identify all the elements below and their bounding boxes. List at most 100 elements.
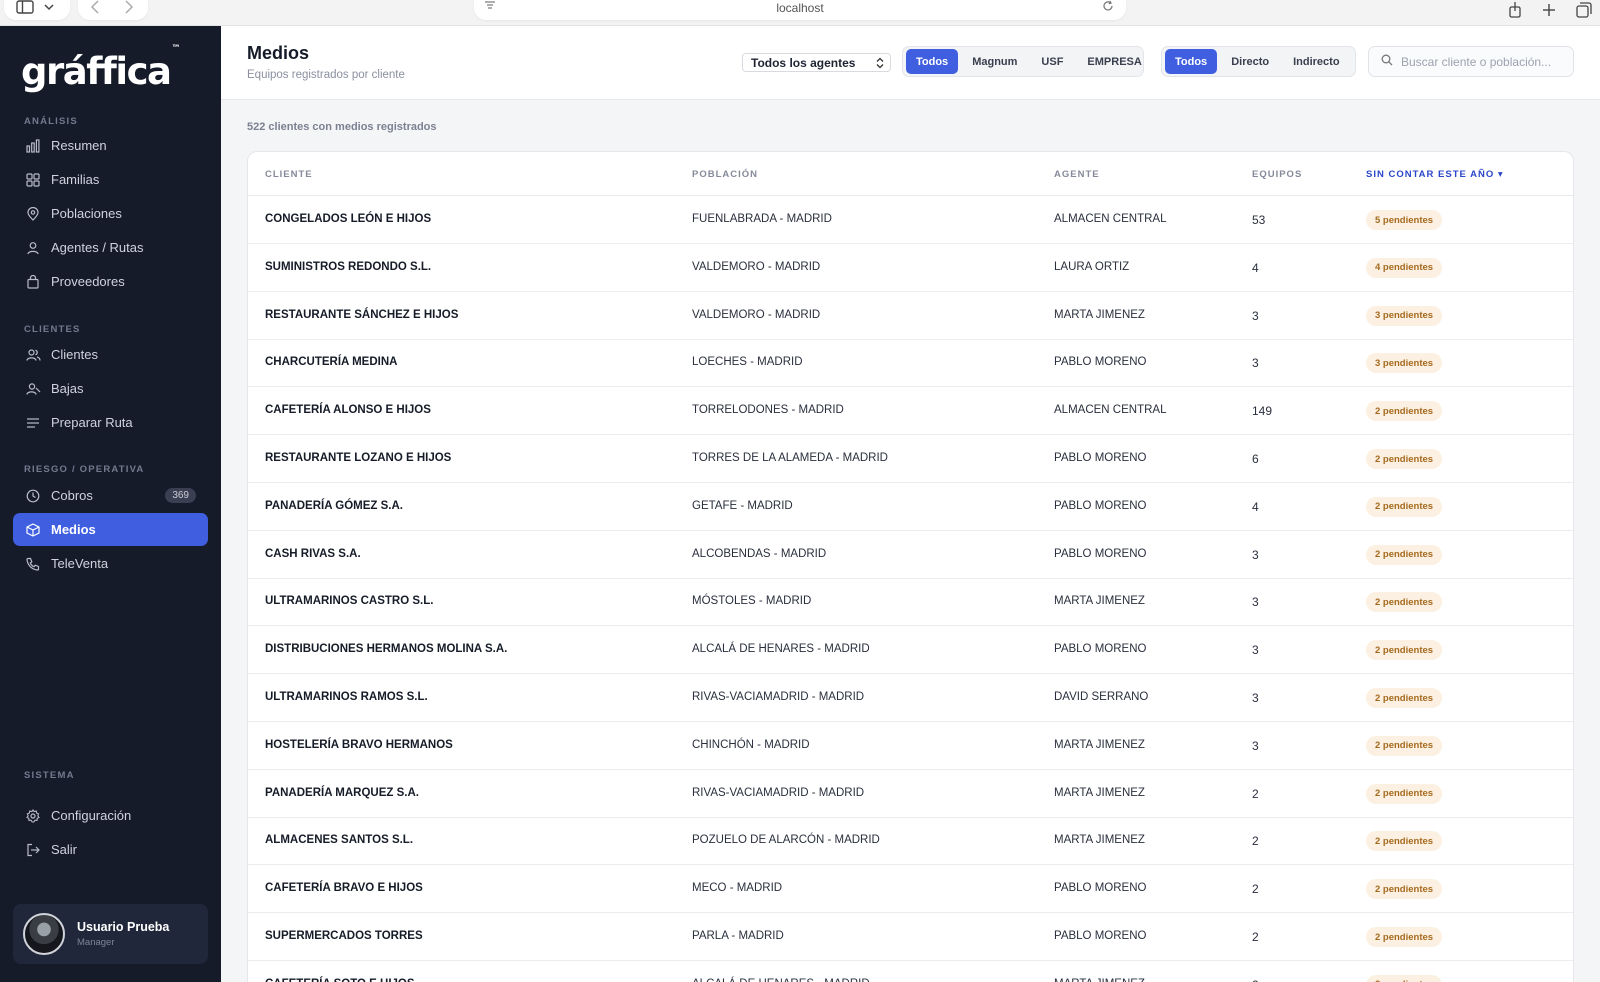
search-icon	[1381, 53, 1393, 71]
company-filter-empresa[interactable]: EMPRESA	[1077, 49, 1151, 74]
agent-cell: PABLO MORENO	[1054, 930, 1147, 942]
table-row[interactable]: PANADERÍA GÓMEZ S.A. GETAFE - MADRID PABLO…	[248, 483, 1573, 531]
sidebar-item-proveedores[interactable]: Proveedores	[13, 265, 208, 298]
population-cell: TORRELODONES - MADRID	[692, 404, 844, 417]
channel-filter-todos[interactable]: Todos	[1165, 49, 1218, 74]
gear-icon	[25, 808, 41, 824]
table-row[interactable]: CAFETERÍA SOTO E HIJOS ALCALÁ DE HENARES …	[248, 961, 1573, 982]
search-input[interactable]	[1401, 54, 1571, 69]
user-profile-card[interactable]: Usuario Prueba Manager	[13, 904, 208, 964]
equipment-count-cell: 3	[1252, 738, 1259, 753]
pending-badge: 2 pendientes	[1366, 496, 1443, 517]
equipment-count-cell: 2	[1252, 930, 1259, 944]
user-name: Usuario Prueba	[77, 920, 170, 934]
agent-select[interactable]: Todos los agentes	[742, 53, 891, 72]
equipment-count-cell: 3	[1252, 308, 1259, 323]
sidebar-item-label: Clientes	[51, 347, 98, 362]
pending-badge: 5 pendientes	[1366, 210, 1443, 230]
sidebar-item-clientes[interactable]: Clientes	[13, 338, 208, 371]
users-icon	[25, 347, 41, 363]
back-icon[interactable]	[90, 0, 100, 14]
sidebar-item-cobros[interactable]: Cobros 369	[13, 479, 208, 512]
sidebar-item-medios[interactable]: Medios	[13, 513, 208, 546]
agent-cell: MARTA JIMENEZ	[1054, 595, 1145, 608]
equipment-count-cell: 3	[1252, 643, 1259, 658]
population-cell: ALCALÁ DE HENARES - MADRID	[692, 643, 870, 656]
sidebar-item-bajas[interactable]: Bajas	[13, 372, 208, 405]
table-row[interactable]: SUPERMERCADOS TORRES PARLA - MADRID PABLO …	[248, 913, 1573, 961]
search-box	[1368, 46, 1574, 77]
company-filter-magnum[interactable]: Magnum	[962, 49, 1027, 74]
bag-icon	[25, 274, 41, 290]
table-row[interactable]: CASH RIVAS S.A. ALCOBENDAS - MADRID PABLO …	[248, 531, 1573, 579]
chevron-down-icon[interactable]	[44, 3, 54, 11]
forward-icon[interactable]	[124, 0, 134, 14]
client-name-cell: CONGELADOS LEÓN E HIJOS	[265, 213, 432, 225]
table-row[interactable]: PANADERÍA MARQUEZ S.A. RIVAS-VACIAMADRID …	[248, 770, 1573, 818]
table-row[interactable]: ULTRAMARINOS RAMOS S.L. RIVAS-VACIAMADRID…	[248, 674, 1573, 722]
page-settings-icon[interactable]	[484, 0, 496, 10]
population-cell: GETAFE - MADRID	[692, 499, 793, 512]
column-header-equipment[interactable]: EQUIPOS	[1252, 169, 1302, 180]
pending-badge: 2 pendientes	[1366, 449, 1443, 469]
tabs-overview-icon[interactable]	[1576, 2, 1592, 18]
equipment-count-cell: 3	[1252, 547, 1259, 562]
table-row[interactable]: CONGELADOS LEÓN E HIJOS FUENLABRADA - MAD…	[248, 196, 1573, 244]
column-header-year-filter[interactable]: SIN CONTAR ESTE AÑO ▾	[1366, 169, 1504, 180]
table-row[interactable]: CAFETERÍA ALONSO E HIJOS TORRELODONES - M…	[248, 387, 1573, 436]
sidebar-item-agentes-rutas[interactable]: Agentes / Rutas	[13, 231, 208, 264]
client-name-cell: CASH RIVAS S.A.	[265, 547, 361, 560]
sidebar-item-resumen[interactable]: Resumen	[13, 129, 208, 162]
new-tab-icon[interactable]	[1542, 3, 1556, 17]
sidebar-item-preparar-ruta[interactable]: Preparar Ruta	[13, 406, 208, 439]
table-row[interactable]: RESTAURANTE SÁNCHEZ E HIJOS VALDEMORO - M…	[248, 292, 1573, 340]
company-filter-usf[interactable]: USF	[1031, 49, 1073, 74]
equipment-count-cell: 149	[1252, 404, 1273, 419]
table-row[interactable]: SUMINISTROS REDONDO S.L. VALDEMORO - MADR…	[248, 244, 1573, 292]
population-cell: RIVAS-VACIAMADRID - MADRID	[692, 786, 865, 799]
user-role: Manager	[77, 937, 115, 948]
sidebar-toggle-icon[interactable]	[16, 0, 34, 14]
sidebar-item-televenta[interactable]: TeleVenta	[13, 547, 208, 580]
section-label-risk: RIESGO / OPERATIVA	[24, 464, 145, 475]
company-filter-todos[interactable]: Todos	[906, 49, 959, 74]
table-row[interactable]: CAFETERÍA BRAVO E HIJOS MECO - MADRID PABL…	[248, 865, 1573, 914]
results-count: 522 clientes con medios registrados	[247, 121, 437, 133]
table-row[interactable]: HOSTELERÍA BRAVO HERMANOS CHINCHÓN - MADR…	[248, 722, 1573, 770]
client-name-cell: SUMINISTROS REDONDO S.L.	[265, 260, 432, 273]
sidebar-item-configuracion[interactable]: Configuración	[13, 799, 208, 832]
table-row[interactable]: ULTRAMARINOS CASTRO S.L. MÓSTOLES - MADRI…	[248, 578, 1573, 627]
column-header-client[interactable]: CLIENTE	[265, 169, 313, 180]
sidebar-item-salir[interactable]: Salir	[13, 833, 208, 866]
pending-badge: 2 pendientes	[1366, 735, 1443, 756]
list-icon	[25, 415, 41, 431]
table-row[interactable]: DISTRIBUCIONES HERMANOS MOLINA S.A. ALCAL…	[248, 626, 1573, 675]
pending-badge: 2 pendientes	[1366, 927, 1443, 947]
sidebar-item-familias[interactable]: Familias	[13, 163, 208, 196]
agent-cell: LAURA ORTIZ	[1054, 260, 1130, 273]
column-header-agent[interactable]: AGENTE	[1054, 169, 1100, 180]
sidebar-item-label: Bajas	[51, 381, 84, 396]
share-icon[interactable]	[1508, 2, 1522, 18]
reload-icon[interactable]	[1102, 0, 1114, 12]
phone-icon	[25, 556, 41, 572]
client-name-cell: ULTRAMARINOS RAMOS S.L.	[265, 691, 428, 703]
channel-filter-indirecto[interactable]: Indirecto	[1283, 49, 1349, 74]
population-cell: POZUELO DE ALARCÓN - MADRID	[692, 834, 880, 847]
pending-badge: 2 pendientes	[1366, 974, 1443, 982]
client-name-cell: DISTRIBUCIONES HERMANOS MOLINA S.A.	[265, 643, 508, 656]
client-name-cell: SUPERMERCADOS TORRES	[265, 930, 423, 942]
column-header-population[interactable]: POBLACIÓN	[692, 169, 758, 180]
channel-filter-directo[interactable]: Directo	[1221, 49, 1279, 74]
app-logo[interactable]: gráffica™	[21, 44, 180, 93]
equipment-count-cell: 6	[1252, 452, 1259, 466]
agent-cell: PABLO MORENO	[1054, 452, 1147, 464]
address-bar[interactable]: localhost	[474, 0, 1126, 20]
equipment-count-cell: 2	[1252, 882, 1259, 897]
table-row[interactable]: RESTAURANTE LOZANO E HIJOS TORRES DE LA A…	[248, 435, 1573, 483]
sidebar-item-poblaciones[interactable]: Poblaciones	[13, 197, 208, 230]
table-row[interactable]: ALMACENES SANTOS S.L. POZUELO DE ALARCÓN …	[248, 817, 1573, 866]
client-name-cell: ULTRAMARINOS CASTRO S.L.	[265, 595, 434, 608]
table-row[interactable]: CHARCUTERÍA MEDINA LOECHES - MADRID PABLO …	[248, 339, 1573, 388]
sidebar-toggle-group[interactable]	[4, 0, 70, 20]
